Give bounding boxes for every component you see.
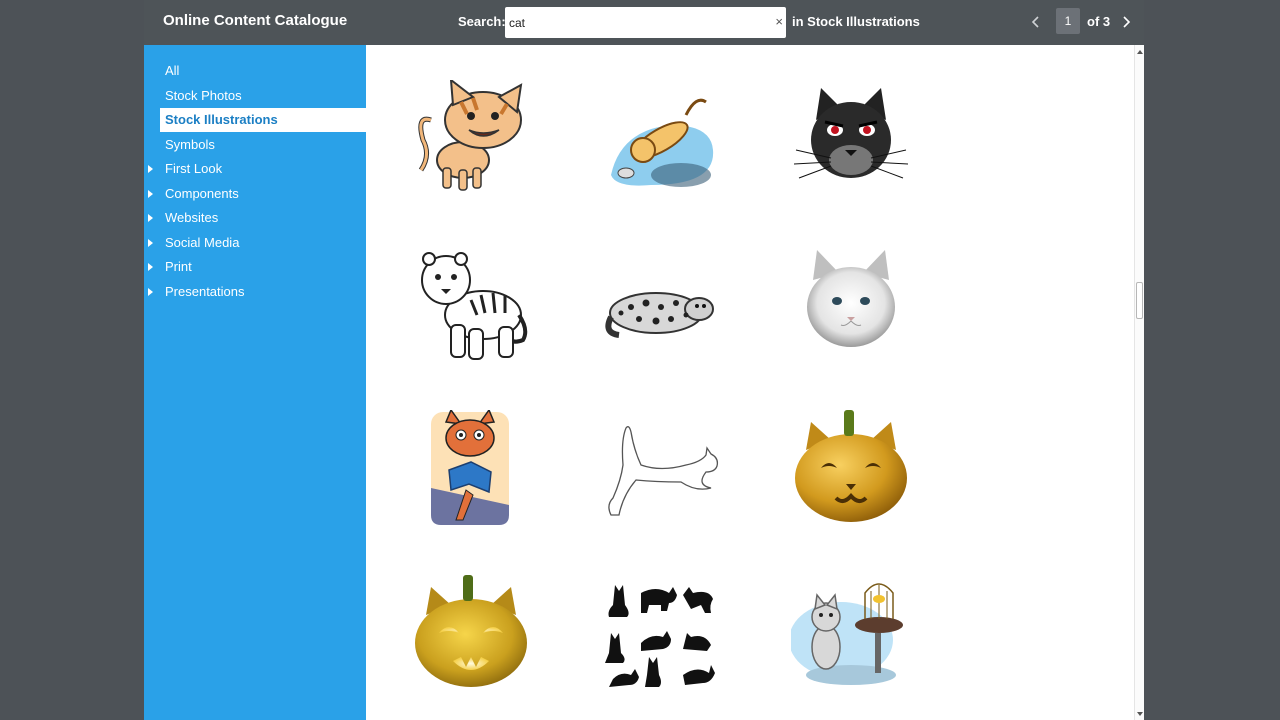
search-input[interactable] — [509, 13, 759, 32]
result-thumbnail[interactable] — [789, 575, 911, 695]
sidebar-item-first-look[interactable]: First Look — [148, 157, 366, 181]
tiger-line-art-image — [421, 252, 528, 360]
sidebar-item-presentations[interactable]: Presentations — [148, 280, 366, 304]
expand-caret-icon[interactable] — [148, 190, 153, 198]
catalogue-window: Online Content Catalogue Search: × in St… — [144, 0, 1144, 720]
sidebar-item-label: Stock Illustrations — [165, 112, 278, 127]
sidebar-item-websites[interactable]: Websites — [148, 206, 366, 230]
result-thumbnail[interactable] — [791, 245, 911, 365]
next-page-icon[interactable] — [1118, 12, 1134, 32]
white-fluffy-cat-image — [807, 250, 895, 347]
clear-search-icon[interactable]: × — [775, 14, 783, 30]
scroll-down-arrow-icon[interactable] — [1137, 712, 1143, 716]
sidebar-item-symbols[interactable]: Symbols — [160, 133, 366, 157]
result-thumbnail[interactable] — [601, 80, 721, 200]
expand-caret-icon[interactable] — [148, 165, 153, 173]
sidebar-item-label: Components — [165, 186, 239, 201]
scroll-up-arrow-icon[interactable] — [1137, 50, 1143, 54]
expand-caret-icon[interactable] — [148, 263, 153, 271]
cat-jack-o-lantern-image — [795, 410, 907, 522]
pagination: 1 of 3 — [1028, 8, 1138, 36]
app-title: Online Content Catalogue — [163, 12, 348, 29]
sidebar-item-stock-photos[interactable]: Stock Photos — [160, 84, 366, 108]
vertical-scrollbar[interactable] — [1134, 45, 1144, 720]
sidebar-item-print[interactable]: Print — [148, 255, 366, 279]
cat-and-birdcage-image — [789, 583, 903, 685]
result-thumbnail[interactable] — [791, 410, 911, 530]
sidebar-item-label: Presentations — [165, 284, 245, 299]
result-thumbnail[interactable] — [411, 575, 531, 695]
sidebar-item-all[interactable]: All — [160, 59, 366, 83]
top-bar: Online Content Catalogue Search: × in St… — [144, 0, 1144, 45]
search-box[interactable]: × — [505, 7, 786, 38]
result-thumbnail[interactable] — [601, 410, 721, 530]
angry-black-cat-image — [793, 88, 909, 179]
result-thumbnail[interactable] — [791, 80, 911, 200]
snow-leopard-sketch-image — [605, 292, 714, 338]
sidebar-item-stock-illustrations[interactable]: Stock Illustrations — [160, 108, 366, 132]
sidebar-item-label: Symbols — [165, 137, 215, 152]
search-label: Search: — [458, 14, 506, 29]
cartoon-cat-image — [418, 77, 523, 191]
sidebar-item-label: First Look — [165, 161, 223, 176]
result-thumbnail[interactable] — [601, 575, 721, 695]
glowing-cat-pumpkin-image — [415, 575, 527, 687]
cat-reading-book-image — [431, 408, 509, 525]
sliding-cat-image — [611, 98, 714, 187]
previous-page-icon[interactable] — [1028, 12, 1044, 32]
sidebar-item-social-media[interactable]: Social Media — [148, 231, 366, 255]
result-thumbnail[interactable] — [411, 77, 531, 200]
sidebar-item-label: Websites — [165, 210, 219, 225]
current-page-box[interactable]: 1 — [1056, 8, 1080, 34]
expand-caret-icon[interactable] — [148, 239, 153, 247]
expand-caret-icon[interactable] — [148, 214, 153, 222]
sidebar-item-label: All — [165, 63, 180, 78]
sidebar-item-label: Stock Photos — [165, 88, 242, 103]
sidebar-item-label: Social Media — [165, 235, 240, 250]
results-grid — [366, 45, 1134, 720]
leaping-cat-outline-image — [608, 426, 719, 516]
sidebar-item-label: Print — [165, 259, 192, 274]
category-sidebar: All Stock Photos Stock Illustrations Sym… — [144, 45, 366, 720]
expand-caret-icon[interactable] — [148, 288, 153, 296]
result-thumbnail[interactable] — [411, 408, 531, 530]
page-count-text: of 3 — [1087, 14, 1111, 29]
result-thumbnail[interactable] — [601, 245, 721, 365]
black-cat-silhouettes-image — [605, 585, 715, 687]
search-scope-text: in Stock Illustrations — [792, 14, 920, 29]
scrollbar-thumb[interactable] — [1136, 282, 1143, 319]
sidebar-item-components[interactable]: Components — [148, 182, 366, 206]
result-thumbnail[interactable] — [411, 245, 531, 365]
